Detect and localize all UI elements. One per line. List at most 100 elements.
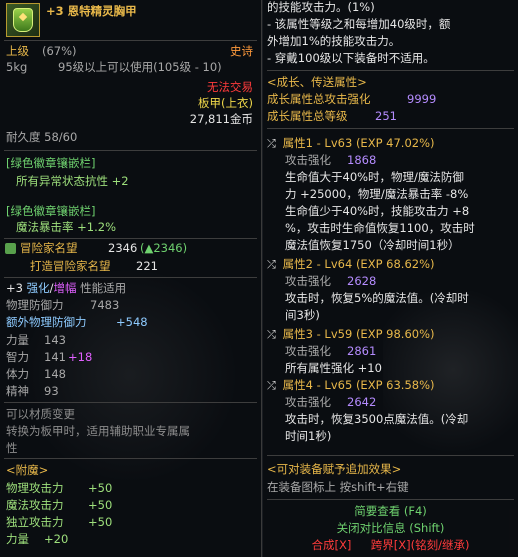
emblem-slot-stat-1: 所有异常状态抗性 +2	[16, 174, 129, 188]
attribute-exp: (EXP 63.58%)	[355, 378, 435, 392]
reinforce-level: +3	[6, 281, 23, 295]
divider	[4, 402, 257, 403]
attribute-effect-line: 间3秒)	[285, 308, 320, 322]
divider	[4, 277, 257, 278]
reinforce-line: +3 强化/增幅 性能适用	[6, 281, 126, 296]
attribute-effect-line: 攻击时，恢复5%的魔法值。(冷却时	[285, 291, 469, 305]
attribute-exp: (EXP 98.60%)	[355, 327, 435, 341]
attribute-effect-line: 攻击时，恢复3500点魔法值。(冷却	[285, 412, 469, 426]
chest-armor-icon[interactable]	[6, 3, 40, 37]
stat-value: +548	[116, 315, 148, 329]
emblem-slot-header-2: [绿色徽章镶嵌栏]	[6, 204, 96, 218]
enhance-hint-header: <可对装备赋予追加效果>	[267, 462, 402, 476]
material-change-line: 性	[6, 441, 18, 455]
enchant-value: +20	[44, 532, 69, 546]
stat-value: 143	[44, 333, 66, 347]
attack-boost-value: 2628	[347, 274, 377, 288]
grade-percent: (67%)	[42, 44, 77, 58]
swap-icon: ⤮	[267, 137, 276, 150]
durability: 耐久度 58/60	[6, 130, 78, 144]
attribute-effect-line: 生命值大于40%时，物理/魔法防御	[285, 170, 464, 184]
emblem-slot-stat-2: 魔法暴击率 +1.2%	[16, 220, 117, 234]
fame-value: 2346	[108, 241, 138, 255]
amplify-label: 增幅	[53, 281, 77, 295]
divider	[4, 40, 257, 41]
emblem-slot-header-1: [绿色徽章镶嵌栏]	[6, 156, 96, 170]
trade-status: 无法交易	[207, 80, 253, 94]
growth-summary-value: 251	[375, 109, 397, 123]
reinforce-label: 强化	[26, 281, 50, 295]
growth-header: <成长、传送属性>	[267, 75, 367, 89]
rarity-label: 史诗	[230, 44, 253, 58]
stat-value: 148	[44, 367, 66, 381]
growth-attribute-title: ⤮ 属性4 - Lv65 (EXP 63.58%)	[267, 378, 435, 393]
attack-boost-label: 攻击强化	[285, 274, 331, 288]
description-line: - 该属性等级之和每增加40级时，额	[267, 17, 451, 31]
attribute-exp: (EXP 68.62%)	[355, 257, 435, 271]
growth-attribute-title: ⤮ 属性1 - Lv63 (EXP 47.02%)	[267, 136, 435, 151]
divider	[4, 458, 257, 459]
attack-boost-label: 攻击强化	[285, 344, 331, 358]
reinforce-suffix: 性能适用	[76, 281, 127, 295]
attribute-effect-line: 生命值少于40%时，技能攻击力 +8	[285, 204, 470, 218]
enchant-label: 独立攻击力	[6, 515, 64, 529]
crafted-fame-value: 221	[136, 259, 158, 273]
item-price: 27,811金币	[189, 112, 253, 126]
fame-label: 冒险家名望	[20, 241, 78, 255]
enchant-header: <附魔>	[6, 463, 49, 477]
close-compare-button[interactable]: 关闭对比信息 (Shift)	[263, 521, 518, 536]
description-line: 的技能攻击力。(1%)	[267, 0, 375, 14]
grade-label: 上级	[6, 44, 29, 58]
stat-label: 物理防御力	[6, 298, 64, 312]
attack-boost-value: 1868	[347, 153, 377, 167]
item-title: +3 恩特精灵胸甲	[46, 4, 137, 18]
attack-boost-value: 2861	[347, 344, 377, 358]
stat-value: 7483	[90, 298, 120, 312]
enchant-label: 力量	[6, 532, 29, 546]
growth-summary-value: 9999	[407, 92, 437, 106]
enchant-value: +50	[88, 481, 113, 495]
crafted-fame-label: 打造冒险家名望	[30, 259, 111, 273]
combine-button[interactable]: 合成[X]	[312, 538, 352, 552]
growth-summary-label: 成长属性总等级	[267, 109, 348, 123]
divider	[267, 128, 514, 129]
stat-value: 93	[44, 384, 59, 398]
attribute-name: 属性4 - Lv65	[282, 378, 353, 392]
attribute-effect-line: 所有属性强化 +10	[285, 361, 382, 375]
divider	[267, 499, 514, 500]
enchant-label: 物理攻击力	[6, 481, 64, 495]
attribute-effect-line: 力 +25000，物理/魔法暴击率 -8%	[285, 187, 469, 201]
armor-type: 板甲(上衣)	[198, 96, 253, 110]
swap-icon: ⤮	[267, 328, 276, 341]
attribute-name: 属性1 - Lv63	[282, 136, 353, 150]
brief-view-button[interactable]: 简要查看 (F4)	[263, 504, 518, 519]
description-line: - 穿戴100级以下装备时不适用。	[267, 51, 435, 65]
description-line: 外增加1%的技能攻击力。	[267, 34, 401, 48]
attack-boost-label: 攻击强化	[285, 395, 331, 409]
attribute-name: 属性2 - Lv64	[282, 257, 353, 271]
attribute-exp: (EXP 47.02%)	[355, 136, 435, 150]
item-tooltip-current: +3 恩特精灵胸甲 上级 (67%) 史诗 5kg 95级以上可以使用(105级…	[0, 0, 262, 557]
enhance-hint-text: 在装备图标上 按shift+右键	[267, 480, 409, 494]
cross-server-button[interactable]: 跨界[X](铭刻/继承)	[371, 538, 470, 552]
swap-icon: ⤮	[267, 258, 276, 271]
divider	[4, 150, 257, 151]
stat-value: 141	[44, 350, 66, 364]
stat-bonus: +18	[68, 350, 93, 364]
attribute-effect-line: %，攻击时生命值恢复1100，攻击时	[285, 221, 475, 235]
material-change-line: 可以材质变更	[6, 407, 75, 421]
stat-label: 智力	[6, 350, 29, 364]
attribute-effect-line: 时间1秒)	[285, 429, 332, 443]
divider	[267, 70, 514, 71]
growth-attribute-title: ⤮ 属性3 - Lv59 (EXP 98.60%)	[267, 327, 435, 342]
divider	[267, 455, 514, 456]
enchant-label: 魔法攻击力	[6, 498, 64, 512]
item-weight: 5kg	[6, 60, 28, 74]
material-change-line: 转换为板甲时，适用辅助职业专属属	[6, 424, 190, 438]
attack-boost-label: 攻击强化	[285, 153, 331, 167]
growth-summary-label: 成长属性总攻击强化	[267, 92, 371, 106]
stat-label: 精神	[6, 384, 29, 398]
fame-change: (▲2346)	[140, 241, 188, 255]
enchant-value: +50	[88, 498, 113, 512]
growth-attribute-title: ⤮ 属性2 - Lv64 (EXP 68.62%)	[267, 257, 435, 272]
